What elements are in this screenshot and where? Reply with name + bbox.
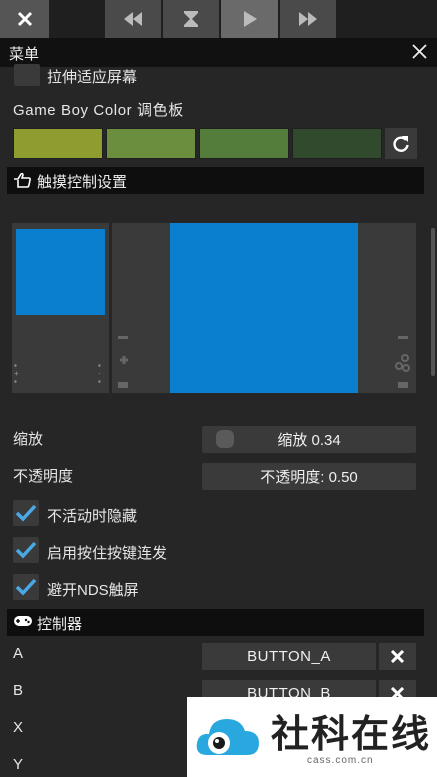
gamepad-icon	[14, 616, 32, 626]
palette-swatch-2[interactable]	[106, 128, 196, 159]
binding-button-a[interactable]: BUTTON_A	[202, 643, 376, 670]
palette-swatch-4[interactable]	[292, 128, 382, 159]
scale-slider[interactable]: 缩放 0.34	[202, 426, 416, 453]
checkmark-icon	[15, 541, 37, 559]
hold-turbo-checkbox[interactable]	[13, 537, 39, 563]
menu-scrollbar[interactable]	[431, 228, 435, 376]
watermark-logo: 社科在线 cass.com.cn	[187, 697, 437, 777]
binding-clear-a-button[interactable]	[379, 643, 416, 670]
binding-key-x: X	[13, 719, 24, 736]
landscape-action-buttons	[392, 334, 412, 390]
watermark-brand: 社科在线	[271, 712, 432, 756]
cloud-logo-icon	[196, 719, 259, 755]
avoid-nds-touch-checkbox[interactable]	[13, 574, 39, 600]
play-icon	[243, 11, 257, 27]
scale-label: 缩放	[13, 431, 44, 448]
hide-inactive-label: 不活动时隐藏	[47, 508, 138, 525]
checkmark-icon	[15, 504, 37, 522]
portrait-dpad-marks: ▪ + ▪	[14, 361, 19, 386]
play-button[interactable]	[221, 0, 278, 38]
palette-label: Game Boy Color 调色板	[13, 102, 184, 119]
binding-key-a: A	[13, 645, 24, 662]
scale-slider-knob[interactable]	[216, 430, 234, 448]
controller-section-header: 控制器	[7, 609, 424, 636]
fast-forward-icon	[299, 12, 317, 26]
refresh-icon	[393, 135, 409, 152]
hand-pointer-icon	[14, 172, 31, 188]
hide-inactive-checkbox[interactable]	[13, 500, 39, 526]
avoid-nds-touch-label: 避开NDS触屏	[47, 582, 139, 599]
hourglass-icon	[184, 11, 198, 27]
opacity-slider[interactable]: 不透明度: 0.50	[202, 463, 416, 490]
clear-icon	[391, 650, 404, 663]
touch-control-section-header: 触摸控制设置	[7, 167, 424, 194]
touch-control-title: 触摸控制设置	[37, 174, 128, 191]
hold-turbo-label: 启用按住按键连发	[47, 545, 168, 562]
stretch-checkbox[interactable]	[14, 64, 40, 86]
controller-title: 控制器	[37, 616, 83, 633]
close-menu-icon[interactable]	[412, 44, 427, 59]
close-icon	[17, 11, 32, 27]
palette-reset-button[interactable]	[385, 128, 417, 159]
portrait-screen	[16, 229, 105, 315]
checkmark-icon	[15, 578, 37, 596]
palette-swatch-3[interactable]	[199, 128, 289, 159]
palette-swatch-1[interactable]	[13, 128, 103, 159]
rewind-icon	[124, 12, 142, 26]
close-button[interactable]	[0, 0, 49, 38]
rewind-button[interactable]	[105, 0, 161, 38]
binding-key-y: Y	[13, 756, 24, 773]
portrait-button-marks: ▪ · ▪	[98, 361, 101, 386]
fast-forward-button[interactable]	[280, 0, 336, 38]
opacity-label: 不透明度	[13, 468, 74, 485]
menu-title: 菜单	[9, 46, 40, 63]
stretch-label: 拉伸适应屏幕	[47, 69, 138, 86]
scale-slider-text: 缩放 0.34	[277, 432, 341, 449]
hourglass-button[interactable]	[163, 0, 219, 38]
binding-key-b: B	[13, 682, 24, 699]
opacity-slider-text: 不透明度: 0.50	[260, 469, 358, 486]
landscape-dpad	[116, 334, 132, 390]
landscape-screen	[170, 223, 358, 393]
menu-header: 菜单	[0, 38, 437, 67]
watermark-domain: cass.com.cn	[307, 755, 374, 766]
